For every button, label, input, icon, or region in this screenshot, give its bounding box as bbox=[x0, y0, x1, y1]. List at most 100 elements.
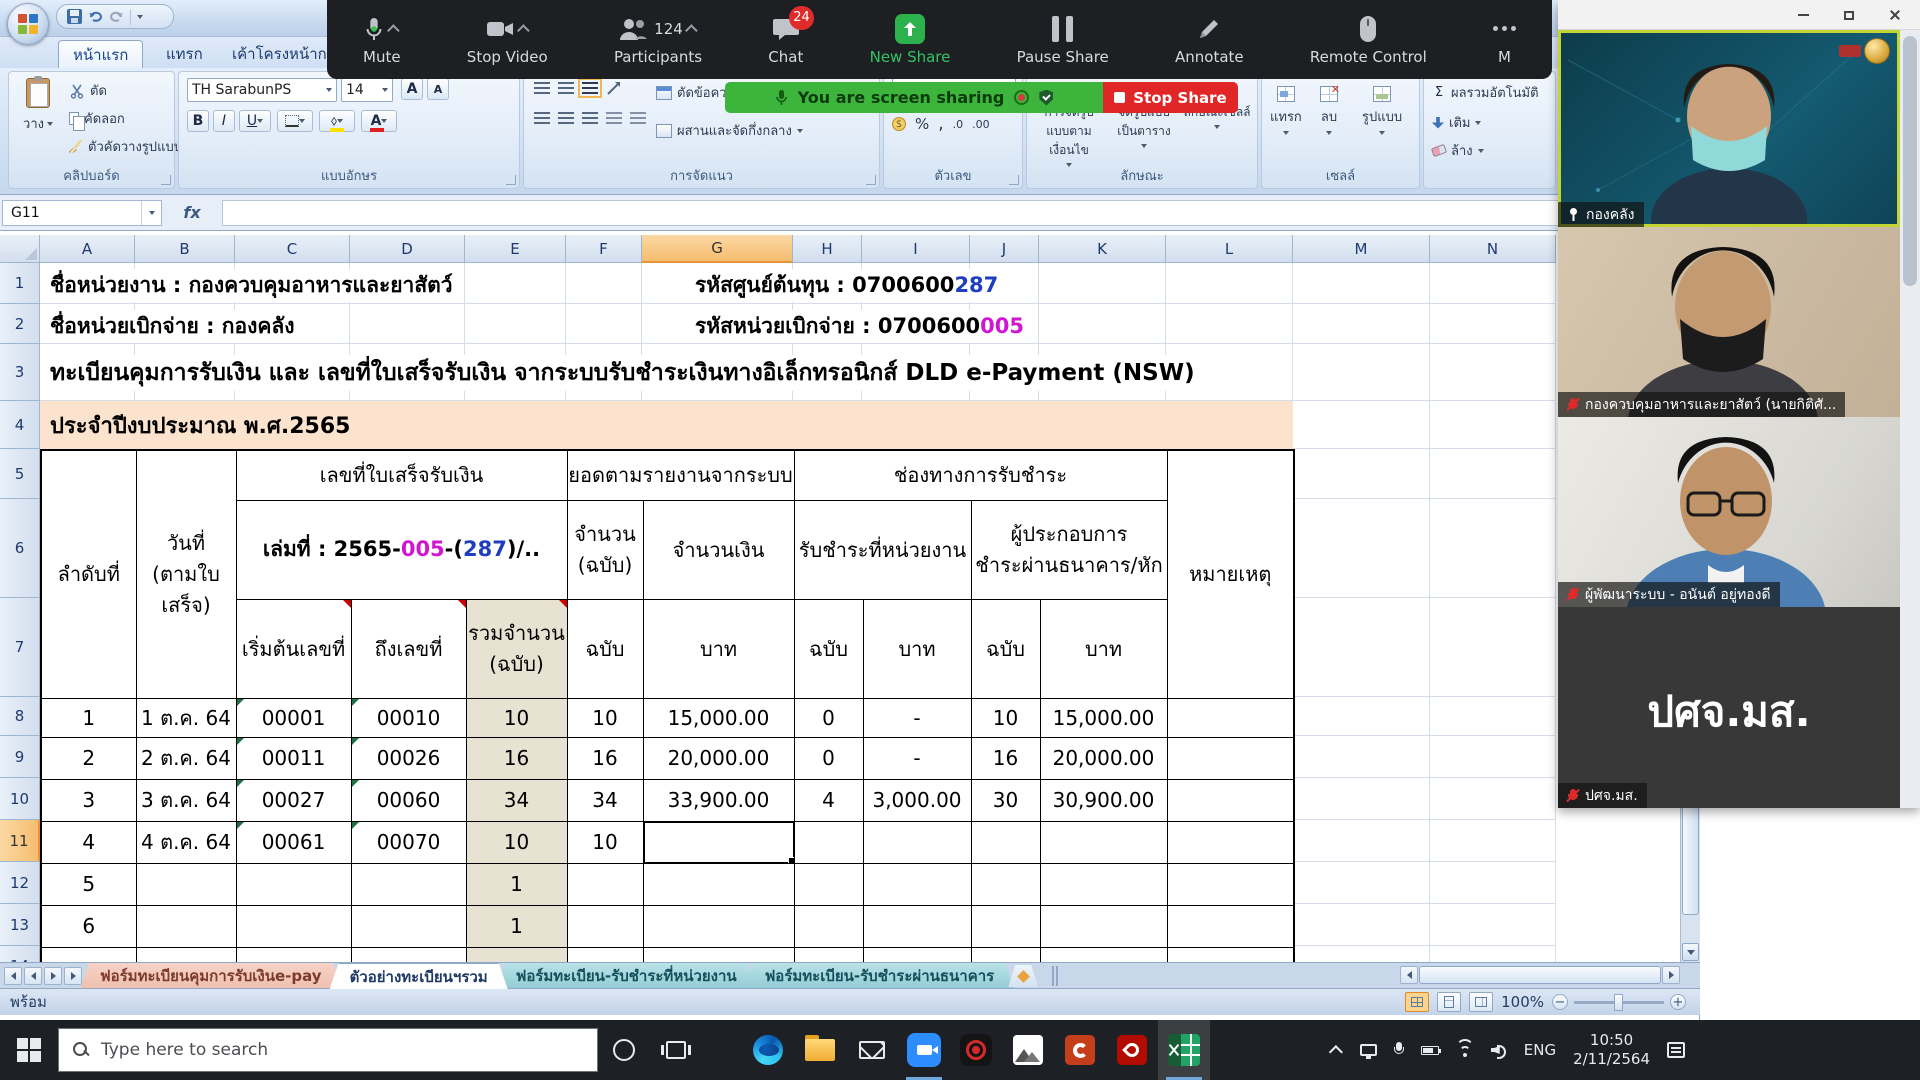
cell[interactable]: 6 bbox=[41, 905, 136, 947]
cell[interactable] bbox=[1040, 863, 1167, 905]
taskbar-excel[interactable] bbox=[1158, 1020, 1210, 1080]
stop-share-button[interactable]: Stop Share bbox=[1103, 82, 1238, 113]
cell[interactable]: 34 bbox=[466, 779, 567, 821]
chat-button[interactable]: 24 Chat bbox=[768, 14, 803, 66]
row-header-10[interactable]: 10 bbox=[0, 778, 40, 820]
mic-tray-icon[interactable] bbox=[1394, 1042, 1404, 1058]
merge-center-button[interactable]: ผสานและจัดกึ่งกลาง bbox=[656, 120, 803, 141]
undo-icon[interactable] bbox=[88, 9, 103, 24]
column-header-H[interactable]: H bbox=[793, 235, 862, 263]
cell[interactable] bbox=[863, 821, 971, 863]
page-layout-view-button[interactable] bbox=[1437, 992, 1461, 1012]
currency-icon[interactable]: $ bbox=[892, 117, 906, 131]
battery-tray-icon[interactable] bbox=[1421, 1046, 1439, 1055]
cell[interactable]: 2 bbox=[41, 737, 136, 779]
cell[interactable] bbox=[236, 905, 351, 947]
cell[interactable]: - bbox=[863, 698, 971, 737]
column-header-I[interactable]: I bbox=[862, 235, 970, 263]
wifi-tray-icon[interactable] bbox=[1456, 1044, 1474, 1057]
header-amount[interactable]: จำนวนเงิน bbox=[643, 500, 794, 599]
page-break-view-button[interactable] bbox=[1469, 992, 1493, 1012]
close-button[interactable] bbox=[1872, 0, 1918, 30]
active-cell-G11[interactable] bbox=[643, 821, 794, 863]
column-header-J[interactable]: J bbox=[970, 235, 1039, 263]
vertical-align-buttons[interactable] bbox=[534, 80, 622, 96]
column-header-F[interactable]: F bbox=[566, 235, 642, 263]
row-header-3[interactable]: 3 bbox=[0, 344, 40, 401]
cell[interactable] bbox=[1167, 905, 1294, 947]
speaker-tray-icon[interactable] bbox=[1491, 1043, 1507, 1057]
increase-decimal-icon[interactable]: .0 bbox=[953, 118, 964, 131]
column-header-A[interactable]: A bbox=[40, 235, 135, 263]
cell[interactable] bbox=[1167, 947, 1294, 962]
cell[interactable] bbox=[794, 821, 863, 863]
increase-indent-icon[interactable] bbox=[630, 112, 646, 124]
cell[interactable] bbox=[1167, 779, 1294, 821]
cell[interactable]: 33,900.00 bbox=[643, 779, 794, 821]
decrease-indent-icon[interactable] bbox=[606, 112, 622, 124]
cell[interactable]: 30,900.00 bbox=[1040, 779, 1167, 821]
cell[interactable] bbox=[971, 863, 1040, 905]
cell[interactable] bbox=[1040, 905, 1167, 947]
taskbar-mail[interactable] bbox=[846, 1020, 898, 1080]
header-cbab-2[interactable]: ฉบับ bbox=[794, 599, 863, 698]
cell[interactable]: - bbox=[863, 737, 971, 779]
cell[interactable]: 20,000.00 bbox=[643, 737, 794, 779]
cell[interactable] bbox=[351, 863, 466, 905]
tab-scroll-splitter[interactable] bbox=[1052, 966, 1058, 986]
tray-expand-chevron[interactable] bbox=[1329, 1045, 1343, 1059]
cell[interactable] bbox=[136, 905, 236, 947]
shrink-font-button[interactable]: A bbox=[427, 78, 449, 100]
new-share-button[interactable]: New Share bbox=[870, 14, 951, 66]
header-pay-via-bank[interactable]: ผู้ประกอบการชำระผ่านธนาคาร/หัก bbox=[971, 500, 1167, 599]
mute-button[interactable]: Mute bbox=[363, 14, 401, 66]
cell[interactable]: 1 bbox=[466, 863, 567, 905]
zoom-slider-track[interactable] bbox=[1574, 1001, 1664, 1004]
cell[interactable]: 00070 bbox=[351, 821, 466, 863]
horizontal-align-buttons[interactable] bbox=[534, 112, 646, 124]
header-cbab-1[interactable]: ฉบับ bbox=[567, 599, 643, 698]
cell-a1[interactable]: ชื่อหน่วยงาน : กองควบคุมอาหารและยาสัตว์ bbox=[50, 269, 453, 302]
header-count[interactable]: จำนวน(ฉบับ) bbox=[567, 500, 643, 599]
zoom-level-text[interactable]: 100% bbox=[1501, 993, 1544, 1011]
sheet-tab-3[interactable]: ฟอร์มทะเบียน-รับชำระที่หน่วยงาน bbox=[496, 963, 757, 989]
taskbar-edge[interactable] bbox=[742, 1020, 794, 1080]
font-size-select[interactable]: 14 bbox=[341, 78, 393, 102]
column-header-E[interactable]: E bbox=[465, 235, 566, 263]
cut-button[interactable]: ตัด bbox=[69, 80, 107, 101]
cell[interactable] bbox=[1167, 737, 1294, 779]
column-header-B[interactable]: B bbox=[135, 235, 235, 263]
normal-view-button[interactable] bbox=[1405, 992, 1429, 1012]
row-header-14[interactable]: 14 bbox=[0, 946, 40, 962]
save-icon[interactable] bbox=[67, 9, 82, 24]
row-header-5[interactable]: 5 bbox=[0, 449, 40, 499]
cell-a3[interactable]: ทะเบียนคุมการรับเงิน และ เลขที่ใบเสร็จรั… bbox=[50, 355, 1195, 391]
cell[interactable] bbox=[1040, 821, 1167, 863]
clear-button[interactable]: ล้าง bbox=[1432, 140, 1484, 161]
cell[interactable]: 30 bbox=[971, 779, 1040, 821]
cell[interactable]: 16 bbox=[567, 737, 643, 779]
header-start-no[interactable]: เริ่มต้นเลขที่ bbox=[236, 599, 351, 698]
font-name-select[interactable]: TH SarabunPS bbox=[187, 78, 337, 102]
taskbar-search[interactable]: Type here to search bbox=[58, 1028, 598, 1072]
header-payment-channel[interactable]: ช่องทางการรับชำระ bbox=[794, 450, 1167, 500]
scroll-left-button[interactable] bbox=[1400, 966, 1418, 984]
copy-button[interactable]: คัดลอก bbox=[69, 108, 125, 129]
cell[interactable] bbox=[136, 947, 236, 962]
scroll-right-button[interactable] bbox=[1662, 966, 1680, 984]
cell[interactable] bbox=[567, 905, 643, 947]
align-middle-icon[interactable] bbox=[558, 82, 574, 94]
cell[interactable] bbox=[236, 947, 351, 962]
column-header-D[interactable]: D bbox=[350, 235, 465, 263]
cell[interactable]: 1 bbox=[466, 905, 567, 947]
taskbar-zoom[interactable] bbox=[898, 1020, 950, 1080]
borders-button[interactable] bbox=[277, 110, 313, 132]
cell[interactable] bbox=[351, 905, 466, 947]
cell[interactable] bbox=[41, 947, 136, 962]
decrease-decimal-icon[interactable]: .00 bbox=[972, 118, 990, 131]
video-panel-scrollbar[interactable] bbox=[1900, 30, 1920, 808]
cell[interactable] bbox=[351, 947, 466, 962]
taskbar-recorder[interactable] bbox=[950, 1020, 1002, 1080]
align-top-icon[interactable] bbox=[534, 82, 550, 94]
cell[interactable] bbox=[136, 863, 236, 905]
